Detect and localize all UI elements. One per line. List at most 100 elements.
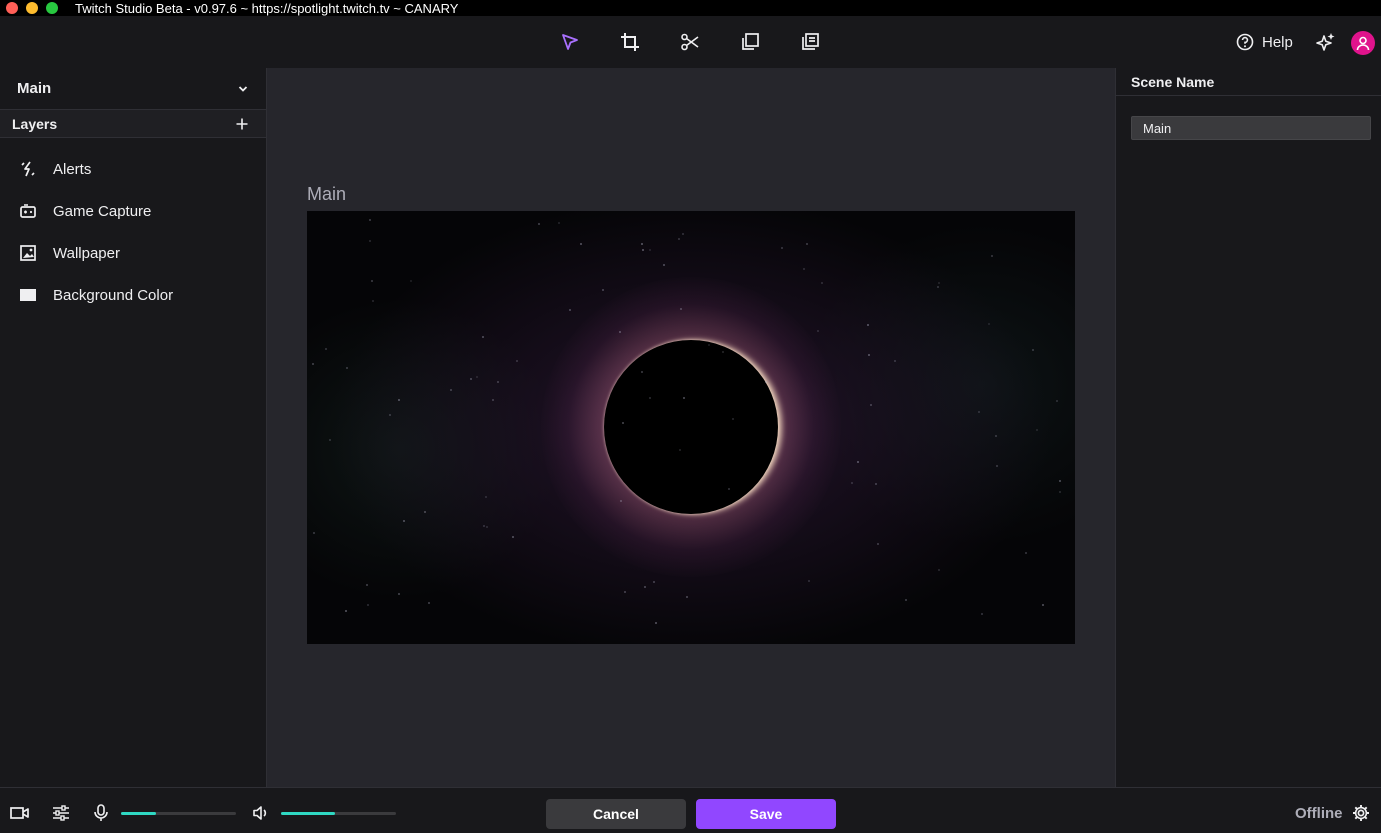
mixer-settings-button[interactable] <box>51 803 71 823</box>
star-dot <box>765 381 767 383</box>
star-dot <box>624 591 626 593</box>
whats-new-button[interactable] <box>1313 29 1339 55</box>
star-dot <box>410 280 412 282</box>
star-dot <box>679 449 681 451</box>
help-button[interactable]: Help <box>1236 29 1293 55</box>
cancel-button[interactable]: Cancel <box>546 799 686 829</box>
star-dot <box>781 247 783 249</box>
star-dot <box>732 418 734 420</box>
layer-label: Background Color <box>53 286 174 304</box>
star-dot <box>398 593 400 595</box>
duplicate-tool-button[interactable] <box>737 29 763 55</box>
star-dot <box>683 397 685 399</box>
star-dot <box>512 536 514 538</box>
star-dot <box>649 397 651 399</box>
star-dot <box>372 300 374 302</box>
user-icon <box>1356 36 1370 51</box>
star-dot <box>1059 491 1061 493</box>
help-label: Help <box>1262 33 1293 51</box>
sliders-icon <box>53 805 69 821</box>
star-dot <box>877 543 879 545</box>
layers-title: Layers <box>12 115 58 132</box>
layer-item-game-capture[interactable]: Game Capture <box>0 190 266 232</box>
star-dot <box>371 280 373 282</box>
speaker-volume-slider[interactable] <box>281 812 396 815</box>
star-dot <box>369 240 371 242</box>
window-controls <box>6 2 58 14</box>
microphone-button[interactable] <box>91 803 111 823</box>
star-dot <box>470 378 472 380</box>
stack-icon <box>802 33 819 50</box>
star-dot <box>851 482 853 484</box>
star-dot <box>620 500 622 502</box>
layer-item-alerts[interactable]: Alerts <box>0 148 266 190</box>
star-dot <box>868 354 870 356</box>
star-dot <box>682 233 684 235</box>
alert-bolt-icon <box>18 159 38 179</box>
cursor-arrow-icon <box>562 34 578 50</box>
settings-button[interactable] <box>1351 803 1371 823</box>
star-dot <box>424 511 426 513</box>
star-dot <box>492 399 494 401</box>
star-dot <box>937 286 939 288</box>
cut-tool-button[interactable] <box>677 29 703 55</box>
star-dot <box>641 371 643 373</box>
star-dot <box>806 243 808 245</box>
preview-title: Main <box>307 184 347 204</box>
star-dot <box>312 363 314 365</box>
microphone-volume-slider[interactable] <box>121 812 236 815</box>
star-dot <box>722 351 724 353</box>
gear-icon <box>1353 805 1369 821</box>
star-dot <box>938 282 940 284</box>
microphone-volume-fill <box>121 812 156 815</box>
layer-item-wallpaper[interactable]: Wallpaper <box>0 232 266 274</box>
star-dot <box>894 360 896 362</box>
scene-preview[interactable] <box>307 211 1075 644</box>
speaker-button[interactable] <box>251 803 271 823</box>
camera-button[interactable] <box>10 803 30 823</box>
star-dot <box>680 308 682 310</box>
gamepad-icon <box>18 201 38 221</box>
star-dot <box>366 584 368 586</box>
layer-label: Game Capture <box>53 202 152 220</box>
star-dot <box>369 219 371 221</box>
properties-panel: Scene Name <box>1115 68 1381 787</box>
star-dot <box>905 599 907 601</box>
minimize-window-button[interactable] <box>26 2 38 14</box>
star-dot <box>345 610 347 612</box>
star-dot <box>644 586 646 588</box>
stream-status: Offline <box>1295 805 1343 822</box>
star-dot <box>867 324 869 326</box>
star-dot <box>325 348 327 350</box>
star-dot <box>389 414 391 416</box>
star-dot <box>367 604 369 606</box>
star-dot <box>808 580 810 582</box>
star-dot <box>346 367 348 369</box>
scene-selector[interactable]: Main <box>0 68 266 110</box>
star-dot <box>622 422 624 424</box>
close-window-button[interactable] <box>6 2 18 14</box>
crop-tool-button[interactable] <box>617 29 643 55</box>
question-circle-icon <box>1236 33 1254 51</box>
speaker-icon <box>253 806 267 820</box>
user-avatar[interactable] <box>1351 31 1375 55</box>
star-dot <box>663 264 665 266</box>
layer-item-background-color[interactable]: Background Color <box>0 274 266 316</box>
add-layer-button[interactable] <box>235 117 249 131</box>
star-dot <box>329 439 331 441</box>
video-camera-icon <box>10 807 29 819</box>
scene-name-input[interactable] <box>1131 116 1371 140</box>
save-button[interactable]: Save <box>696 799 836 829</box>
star-dot <box>1032 349 1034 351</box>
scene-selector-label: Main <box>17 80 52 97</box>
star-dot <box>678 238 680 240</box>
zoom-window-button[interactable] <box>46 2 58 14</box>
select-tool-button[interactable] <box>557 29 583 55</box>
color-rect-icon <box>18 285 38 305</box>
layers-tool-button[interactable] <box>797 29 823 55</box>
star-dot <box>988 323 990 325</box>
star-dot <box>1059 480 1061 482</box>
scene-name-header: Scene Name <box>1116 68 1381 96</box>
layers-panel: Main Layers Alerts Game Capture Wallpape… <box>0 68 267 787</box>
top-toolbar: Help <box>0 16 1381 68</box>
